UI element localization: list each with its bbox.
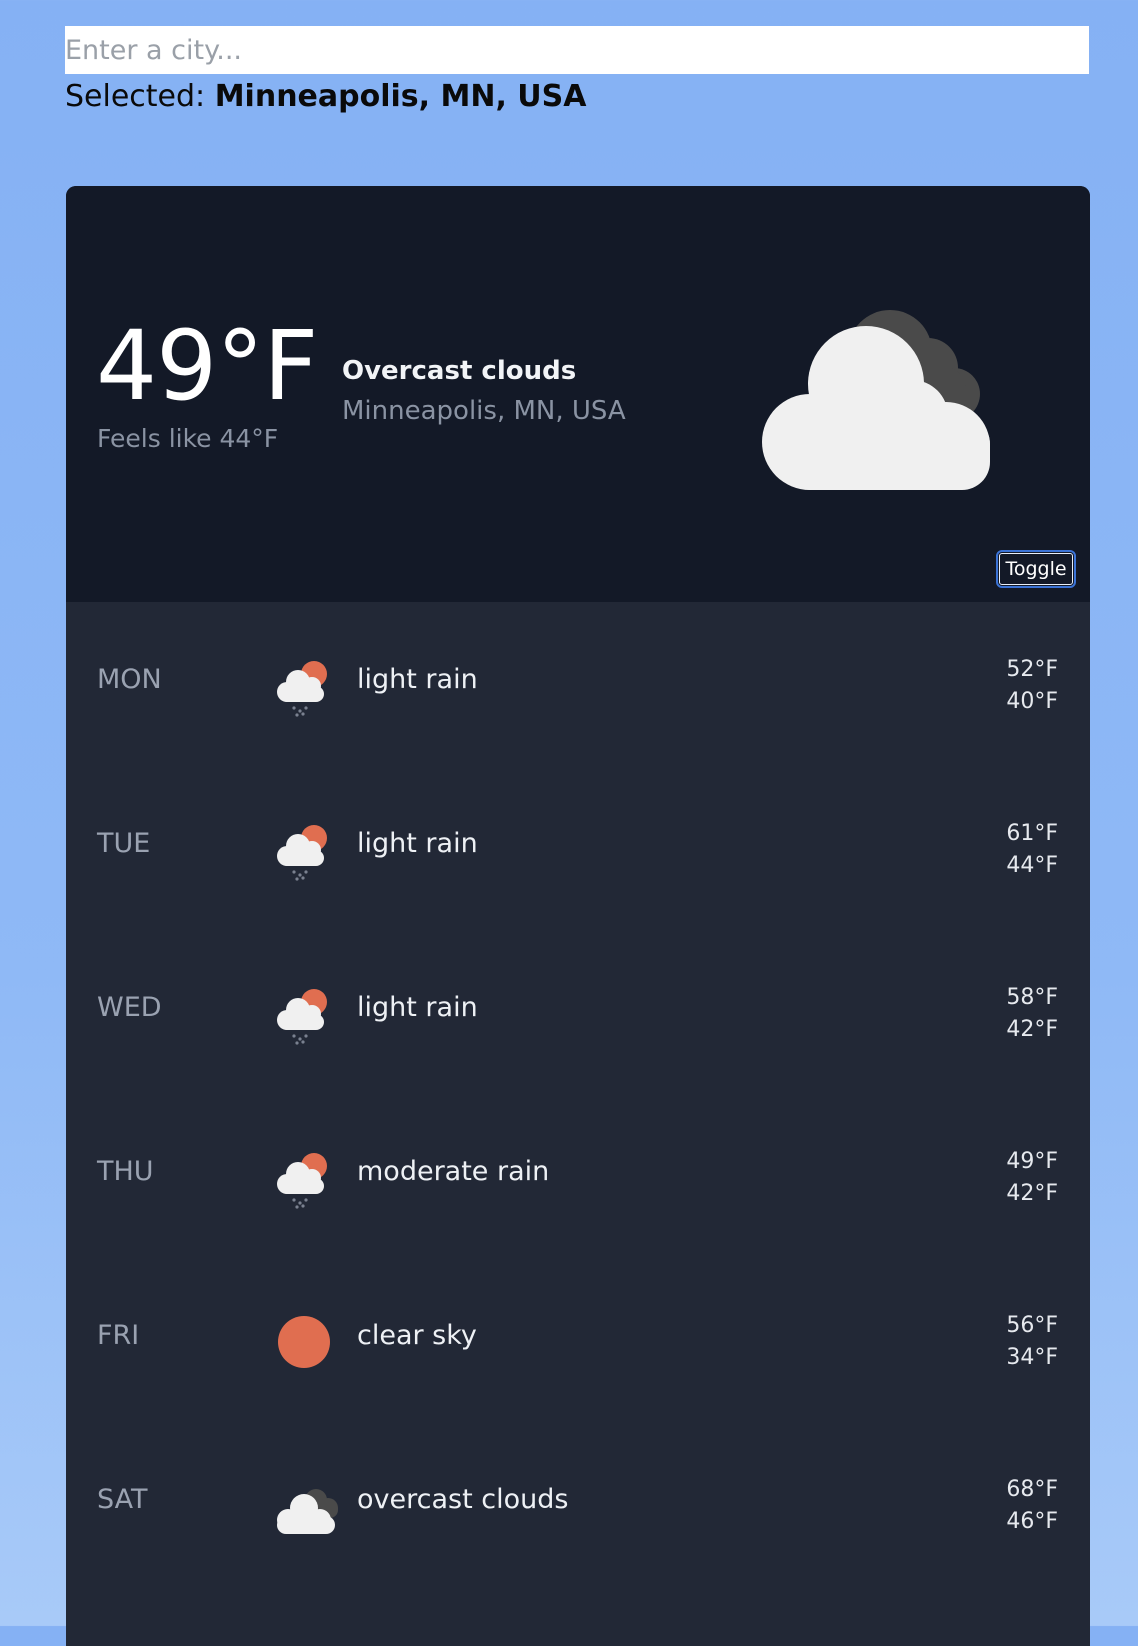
- forecast-description: moderate rain: [357, 1156, 550, 1187]
- feels-like-temperature: Feels like 44°F: [97, 424, 279, 453]
- forecast-description: light rain: [357, 664, 478, 695]
- forecast-row: TUE light rain 61°F 44°F: [66, 766, 1090, 930]
- moderate-rain-icon: [272, 1146, 336, 1210]
- clear-sky-icon: [272, 1310, 336, 1374]
- forecast-high: 52°F: [1006, 657, 1058, 682]
- city-search-input[interactable]: [65, 26, 1089, 74]
- forecast-day: SAT: [97, 1484, 148, 1515]
- forecast-high: 56°F: [1006, 1313, 1058, 1338]
- forecast-row: WED light rain 58°F 42°F: [66, 930, 1090, 1094]
- forecast-day: THU: [97, 1156, 154, 1187]
- overcast-clouds-icon: [716, 296, 1016, 496]
- forecast-description: clear sky: [357, 1320, 477, 1351]
- selected-city-line: Selected: Minneapolis, MN, USA: [65, 76, 586, 118]
- current-location: Minneapolis, MN, USA: [342, 396, 626, 426]
- forecast-day: MON: [97, 664, 162, 695]
- forecast-low: 42°F: [1006, 1181, 1058, 1206]
- current-weather-panel: 49°F Feels like 44°F Overcast clouds Min…: [66, 186, 1090, 602]
- light-rain-icon: [272, 982, 336, 1046]
- forecast-low: 34°F: [1006, 1345, 1058, 1370]
- forecast-row: FRI clear sky 56°F 34°F: [66, 1258, 1090, 1422]
- forecast-description: overcast clouds: [357, 1484, 569, 1515]
- forecast-low: 44°F: [1006, 853, 1058, 878]
- forecast-list: MON light rain 52°F 40°F TUE light rain 61°F 44…: [66, 602, 1090, 1586]
- forecast-row: SAT overcast clouds 68°F 46°F: [66, 1422, 1090, 1586]
- current-condition: Overcast clouds: [342, 356, 577, 386]
- forecast-row: THU moderate rain 49°F 42°F: [66, 1094, 1090, 1258]
- forecast-day: TUE: [97, 828, 151, 859]
- light-rain-icon: [272, 654, 336, 718]
- selected-city: Minneapolis, MN, USA: [214, 79, 587, 114]
- forecast-high: 61°F: [1006, 821, 1058, 846]
- forecast-row: MON light rain 52°F 40°F: [66, 602, 1090, 766]
- toggle-button[interactable]: Toggle: [996, 550, 1076, 588]
- overcast-clouds-icon: [272, 1474, 338, 1538]
- weather-card: 49°F Feels like 44°F Overcast clouds Min…: [66, 186, 1090, 1646]
- forecast-description: light rain: [357, 828, 478, 859]
- forecast-high: 58°F: [1006, 985, 1058, 1010]
- forecast-high: 68°F: [1006, 1477, 1058, 1502]
- forecast-low: 46°F: [1006, 1509, 1058, 1534]
- forecast-high: 49°F: [1006, 1149, 1058, 1174]
- selected-prefix: Selected:: [65, 79, 206, 114]
- forecast-low: 40°F: [1006, 689, 1058, 714]
- current-temperature: 49°F: [96, 310, 318, 422]
- forecast-description: light rain: [357, 992, 478, 1023]
- forecast-day: FRI: [97, 1320, 140, 1351]
- light-rain-icon: [272, 818, 336, 882]
- forecast-day: WED: [97, 992, 162, 1023]
- forecast-low: 42°F: [1006, 1017, 1058, 1042]
